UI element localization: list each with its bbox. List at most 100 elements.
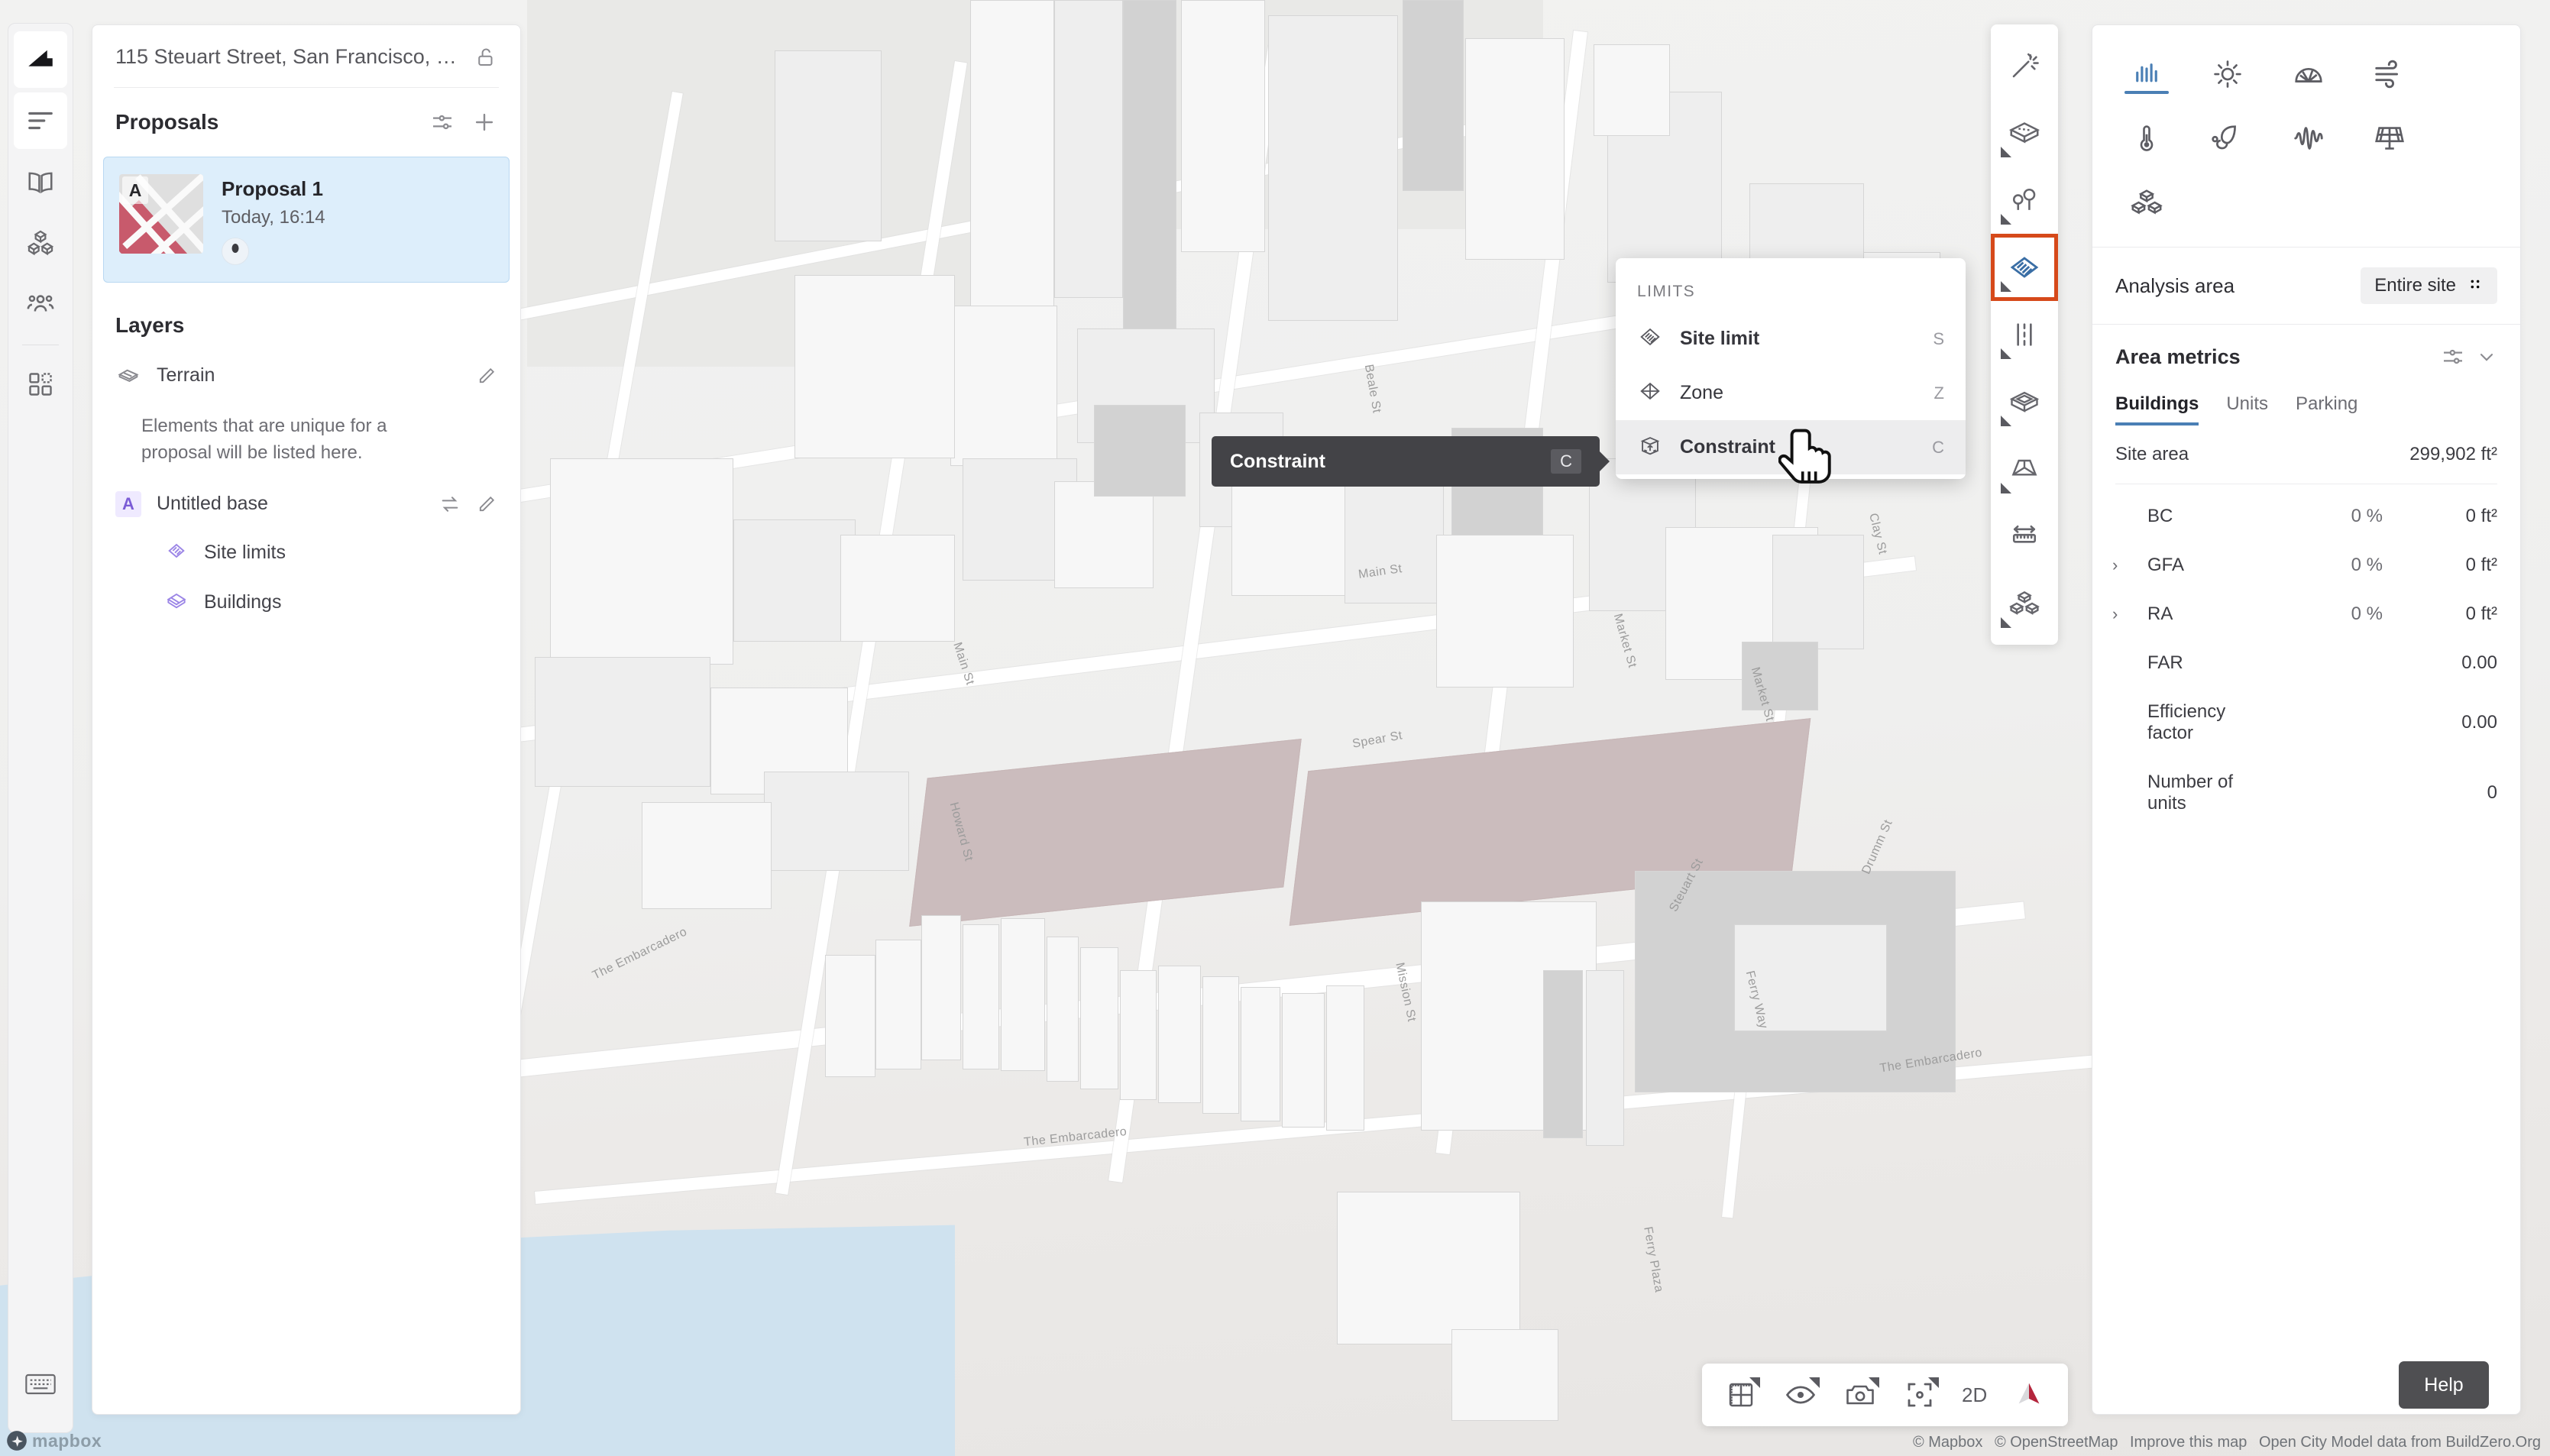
terrain-icon: [115, 361, 141, 390]
bar-chart-icon[interactable]: [2106, 42, 2187, 106]
keyboard-icon[interactable]: [14, 1356, 67, 1412]
carbon-leaf-icon[interactable]: [2187, 106, 2268, 170]
zone-icon: [1637, 378, 1663, 408]
sidebar-item-project-list[interactable]: [14, 92, 67, 149]
grid-lines-icon[interactable]: [1991, 301, 2058, 368]
metric-value: 0.00: [2461, 712, 2497, 733]
menu-item-label: Constraint: [1680, 436, 1775, 458]
attribution-osm[interactable]: © OpenStreetMap: [1995, 1434, 2118, 1451]
acoustics-wave-icon[interactable]: [2268, 106, 2349, 170]
map-street-label: Drumm St: [1859, 817, 1895, 876]
attribution-buildzero[interactable]: Open City Model data from BuildZero.Org: [2259, 1434, 2541, 1451]
chevron-down-icon[interactable]: [2476, 346, 2497, 367]
site-limit-plane-icon[interactable]: [1991, 234, 2058, 301]
analysis-area-label: Analysis area: [2115, 273, 2235, 297]
sidebar-item-team[interactable]: [14, 276, 67, 332]
chevron-right-icon[interactable]: ›: [2112, 555, 2118, 575]
metric-row-number-of-units: Number of units 0: [2092, 758, 2520, 828]
tab-units[interactable]: Units: [2226, 393, 2268, 425]
thermometer-icon[interactable]: [2106, 106, 2187, 170]
four-dots-icon: [2467, 276, 2484, 296]
layers-empty-hint: Elements that are unique for a proposal …: [141, 416, 387, 463]
proposal-name: Proposal 1: [222, 177, 323, 200]
sliders-icon[interactable]: [430, 110, 455, 134]
metric-row-gfa[interactable]: › GFA 0 % 0 ft²: [2092, 541, 2520, 590]
metrics-tabs: Buildings Units Parking: [2092, 389, 2520, 425]
tab-buildings[interactable]: Buildings: [2115, 393, 2199, 425]
analysis-area-value: Entire site: [2374, 275, 2456, 296]
map-street-label: Beale St: [1361, 363, 1383, 415]
attribution-improve-map[interactable]: Improve this map: [2130, 1434, 2247, 1451]
metric-value: 0 ft²: [2465, 506, 2497, 526]
map-attribution[interactable]: © Mapbox © OpenStreetMap Improve this ma…: [1905, 1434, 2541, 1451]
app-logo-icon[interactable]: [14, 31, 67, 88]
metric-row-efficiency-factor: Efficiency factor 0.00: [2092, 688, 2520, 758]
sidebar-item-library[interactable]: [14, 154, 67, 210]
area-metrics-title: Area metrics: [2115, 345, 2241, 368]
site-limit-icon: [1637, 324, 1663, 354]
measure-arrow-icon[interactable]: [1991, 503, 2058, 570]
plus-icon[interactable]: [471, 109, 497, 135]
map-street-label: Market St: [1610, 612, 1639, 670]
camera-icon[interactable]: [1830, 1370, 1890, 1420]
daylight-dome-icon[interactable]: [2268, 42, 2349, 106]
menu-item-constraint[interactable]: Constraint C: [1616, 420, 1966, 474]
extrusion-box-icon[interactable]: [1991, 368, 2058, 435]
menu-item-zone[interactable]: Zone Z: [1616, 366, 1966, 420]
unlock-icon[interactable]: [474, 46, 497, 69]
metric-value: 0 ft²: [2465, 603, 2497, 624]
mapbox-logo[interactable]: mapbox: [6, 1430, 102, 1451]
layer-row-terrain[interactable]: Terrain: [92, 350, 520, 401]
blocks-stack-icon[interactable]: [2106, 170, 2187, 235]
help-button[interactable]: Help: [2399, 1361, 2489, 1409]
trees-icon[interactable]: [1991, 167, 2058, 234]
attribution-mapbox[interactable]: © Mapbox: [1913, 1434, 1982, 1451]
menu-item-site-limit[interactable]: Site limit S: [1616, 312, 1966, 366]
sidebar-item-apps[interactable]: [14, 356, 67, 413]
pencil-icon[interactable]: [476, 365, 497, 387]
buildings-icon: [164, 588, 189, 616]
analysis-area-picker[interactable]: Entire site: [2361, 267, 2497, 304]
focus-icon[interactable]: [1890, 1370, 1950, 1420]
layer-row-buildings[interactable]: Buildings: [141, 578, 520, 627]
volume-shape-icon[interactable]: [1991, 435, 2058, 503]
wind-icon[interactable]: [2349, 42, 2430, 106]
constraint-tooltip: Constraint C: [1212, 436, 1600, 487]
view-mode-toggle[interactable]: 2D: [1950, 1383, 1999, 1407]
project-address: 115 Steuart Street, San Francisco, …: [115, 45, 457, 68]
layers-title: Layers: [115, 313, 185, 337]
swap-icon[interactable]: [439, 493, 461, 515]
metric-value: 0: [2487, 782, 2497, 803]
sun-icon[interactable]: [2187, 42, 2268, 106]
map-street-label: The Embarcadero: [590, 925, 690, 982]
metric-row-ra[interactable]: › RA 0 % 0 ft²: [2092, 590, 2520, 639]
building-block-icon[interactable]: [1991, 99, 2058, 167]
menu-item-shortcut: S: [1933, 328, 1944, 348]
proposal-card[interactable]: A Proposal 1 Today, 16:14: [103, 157, 510, 283]
site-limit-icon: [164, 539, 189, 567]
pencil-icon[interactable]: [476, 493, 497, 515]
sidebar-item-massing[interactable]: [14, 215, 67, 271]
tooltip-shortcut: C: [1551, 449, 1581, 474]
tab-parking[interactable]: Parking: [2296, 393, 2357, 425]
sliders-icon[interactable]: [2441, 345, 2465, 369]
layer-row-site-limits[interactable]: Site limits: [141, 528, 520, 578]
map-street-label: Clay St: [1866, 512, 1889, 556]
layer-label: Buildings: [204, 590, 282, 613]
compass-icon[interactable]: [1999, 1370, 2059, 1420]
solar-panel-icon[interactable]: [2349, 106, 2430, 170]
layer-label: Untitled base: [157, 493, 268, 515]
ruler-grid-icon[interactable]: [1711, 1370, 1771, 1420]
metric-label: FAR: [2147, 652, 2183, 673]
right-panel: Analysis area Entire site Area metrics B…: [2092, 24, 2521, 1415]
view-toolbar: 2D: [1702, 1364, 2069, 1426]
metric-row-bc: BC 0 % 0 ft²: [2092, 492, 2520, 541]
metric-label: Site area: [2115, 444, 2189, 464]
blocks-stack-icon[interactable]: [1991, 570, 2058, 637]
eye-icon[interactable]: [1771, 1370, 1830, 1420]
left-icon-rail: [8, 23, 73, 1433]
layer-row-base[interactable]: A Untitled base: [92, 480, 520, 528]
chevron-right-icon[interactable]: ›: [2112, 604, 2118, 624]
magic-wand-icon[interactable]: [1991, 32, 2058, 99]
metric-row-site-area: Site area 299,902 ft²: [2092, 425, 2520, 479]
